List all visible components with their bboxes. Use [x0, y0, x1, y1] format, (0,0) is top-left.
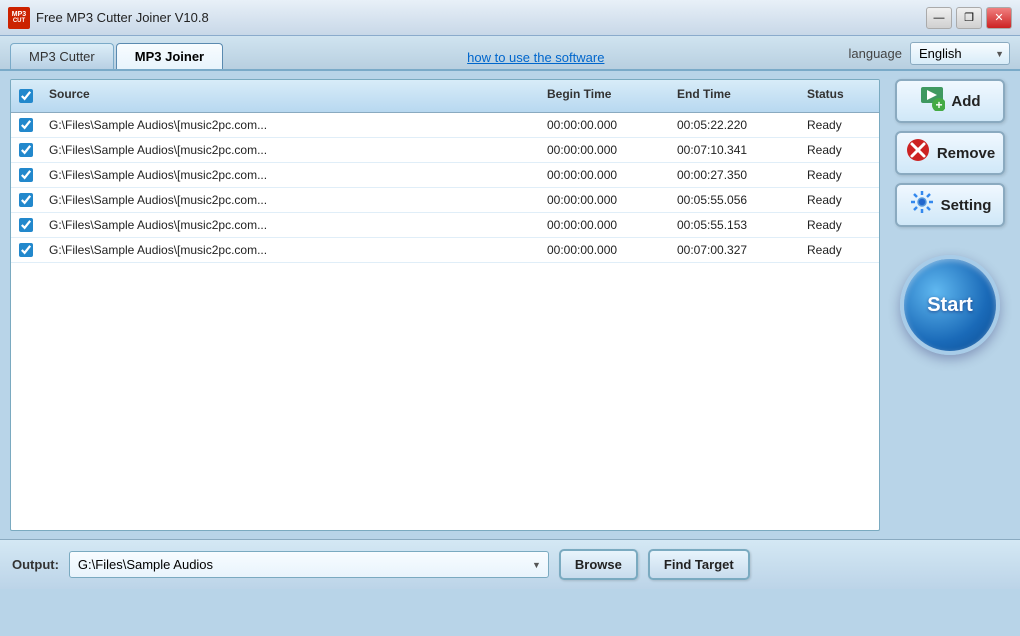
- row-check-cell: [11, 113, 41, 137]
- setting-icon: [909, 189, 935, 221]
- row-end-time-2: 00:00:27.350: [669, 163, 799, 187]
- row-checkbox-5[interactable]: [19, 243, 33, 257]
- help-link[interactable]: how to use the software: [225, 50, 846, 65]
- tab-mp3-joiner[interactable]: MP3 Joiner: [116, 43, 223, 69]
- output-path-input[interactable]: [69, 551, 549, 578]
- setting-button[interactable]: Setting: [895, 183, 1005, 227]
- row-begin-time-3: 00:00:00.000: [539, 188, 669, 212]
- row-status-3: Ready: [799, 188, 879, 212]
- minimize-button[interactable]: —: [926, 7, 952, 29]
- row-end-time-4: 00:05:55.153: [669, 213, 799, 237]
- add-button[interactable]: + Add: [895, 79, 1005, 123]
- output-label: Output:: [12, 557, 59, 572]
- row-end-time-0: 00:05:22.220: [669, 113, 799, 137]
- tab-bar: MP3 Cutter MP3 Joiner how to use the sof…: [0, 36, 1020, 71]
- start-button[interactable]: Start: [900, 255, 1000, 355]
- language-select-wrapper: English Chinese French German Spanish: [910, 42, 1010, 65]
- table-body: G:\Files\Sample Audios\[music2pc.com... …: [11, 113, 879, 263]
- add-label: Add: [951, 93, 980, 110]
- row-check-cell: [11, 238, 41, 262]
- row-source-3: G:\Files\Sample Audios\[music2pc.com...: [41, 188, 539, 212]
- main-content: Source Begin Time End Time Status G:\Fil…: [0, 71, 1020, 539]
- row-begin-time-0: 00:00:00.000: [539, 113, 669, 137]
- row-check-cell: [11, 188, 41, 212]
- close-button[interactable]: ✕: [986, 7, 1012, 29]
- row-checkbox-3[interactable]: [19, 193, 33, 207]
- row-source-4: G:\Files\Sample Audios\[music2pc.com...: [41, 213, 539, 237]
- svg-text:+: +: [936, 98, 943, 111]
- language-select[interactable]: English Chinese French German Spanish: [910, 42, 1010, 65]
- row-source-2: G:\Files\Sample Audios\[music2pc.com...: [41, 163, 539, 187]
- row-end-time-1: 00:07:10.341: [669, 138, 799, 162]
- row-begin-time-4: 00:00:00.000: [539, 213, 669, 237]
- tab-mp3-cutter[interactable]: MP3 Cutter: [10, 43, 114, 69]
- row-status-2: Ready: [799, 163, 879, 187]
- row-end-time-3: 00:05:55.056: [669, 188, 799, 212]
- start-button-area: Start: [900, 255, 1000, 355]
- row-end-time-5: 00:07:00.327: [669, 238, 799, 262]
- row-begin-time-5: 00:00:00.000: [539, 238, 669, 262]
- table-row[interactable]: G:\Files\Sample Audios\[music2pc.com... …: [11, 188, 879, 213]
- select-all-checkbox[interactable]: [19, 89, 33, 103]
- row-checkbox-1[interactable]: [19, 143, 33, 157]
- table-row[interactable]: G:\Files\Sample Audios\[music2pc.com... …: [11, 113, 879, 138]
- row-check-cell: [11, 213, 41, 237]
- add-icon: +: [919, 85, 945, 117]
- row-check-cell: [11, 138, 41, 162]
- output-path-wrapper: [69, 551, 549, 578]
- row-source-0: G:\Files\Sample Audios\[music2pc.com...: [41, 113, 539, 137]
- file-table: Source Begin Time End Time Status G:\Fil…: [10, 79, 880, 531]
- row-begin-time-1: 00:00:00.000: [539, 138, 669, 162]
- title-bar: MP3 CUT Free MP3 Cutter Joiner V10.8 — ❐…: [0, 0, 1020, 36]
- header-check: [11, 84, 41, 108]
- table-row[interactable]: G:\Files\Sample Audios\[music2pc.com... …: [11, 138, 879, 163]
- table-row[interactable]: G:\Files\Sample Audios\[music2pc.com... …: [11, 163, 879, 188]
- row-source-1: G:\Files\Sample Audios\[music2pc.com...: [41, 138, 539, 162]
- browse-button[interactable]: Browse: [559, 549, 638, 580]
- restore-button[interactable]: ❐: [956, 7, 982, 29]
- header-begin-time: Begin Time: [539, 84, 669, 108]
- remove-icon: [905, 137, 931, 169]
- start-label: Start: [927, 294, 973, 317]
- language-label: language: [849, 46, 903, 61]
- row-checkbox-4[interactable]: [19, 218, 33, 232]
- row-status-5: Ready: [799, 238, 879, 262]
- row-status-1: Ready: [799, 138, 879, 162]
- row-status-0: Ready: [799, 113, 879, 137]
- row-checkbox-2[interactable]: [19, 168, 33, 182]
- window-controls: — ❐ ✕: [926, 7, 1012, 29]
- app-logo: MP3 CUT: [8, 7, 30, 29]
- table-row[interactable]: G:\Files\Sample Audios\[music2pc.com... …: [11, 238, 879, 263]
- setting-label: Setting: [941, 197, 992, 214]
- row-source-5: G:\Files\Sample Audios\[music2pc.com...: [41, 238, 539, 262]
- row-status-4: Ready: [799, 213, 879, 237]
- header-source: Source: [41, 84, 539, 108]
- table-header: Source Begin Time End Time Status: [11, 80, 879, 113]
- row-checkbox-0[interactable]: [19, 118, 33, 132]
- row-begin-time-2: 00:00:00.000: [539, 163, 669, 187]
- remove-label: Remove: [937, 145, 995, 162]
- sidebar: + Add Remove: [890, 79, 1010, 531]
- app-title: Free MP3 Cutter Joiner V10.8: [36, 10, 926, 25]
- row-check-cell: [11, 163, 41, 187]
- header-status: Status: [799, 84, 879, 108]
- remove-button[interactable]: Remove: [895, 131, 1005, 175]
- find-target-button[interactable]: Find Target: [648, 549, 750, 580]
- header-end-time: End Time: [669, 84, 799, 108]
- table-row[interactable]: G:\Files\Sample Audios\[music2pc.com... …: [11, 213, 879, 238]
- bottom-bar: Output: Browse Find Target: [0, 539, 1020, 589]
